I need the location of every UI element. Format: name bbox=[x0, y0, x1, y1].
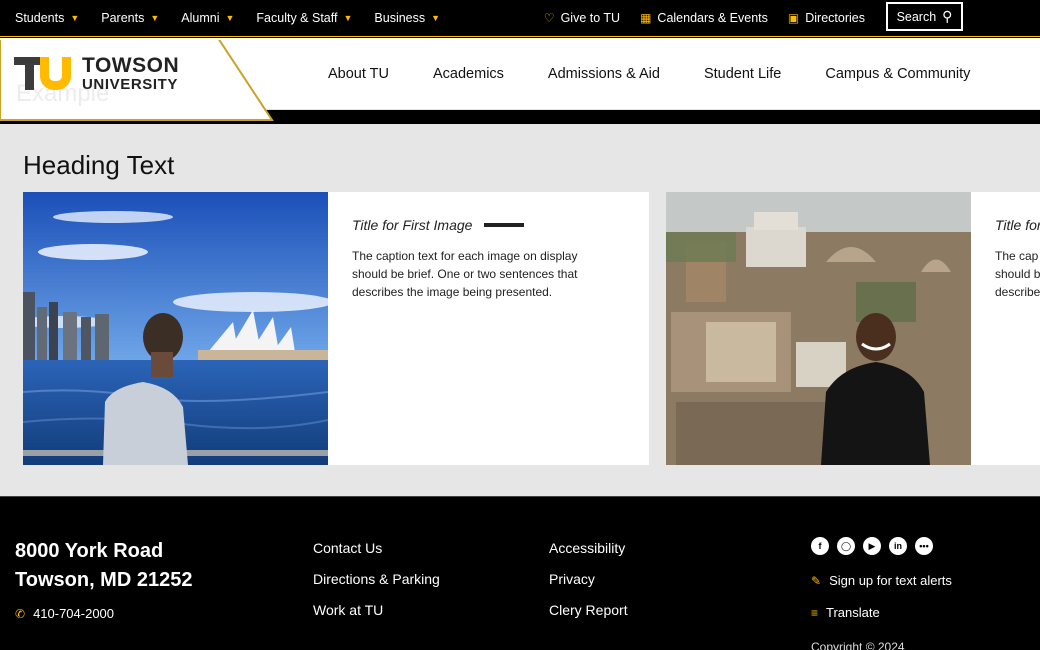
copyright-text: Copyright © 2024 bbox=[811, 640, 905, 650]
facebook-icon[interactable]: f bbox=[811, 537, 829, 555]
logo-word-university: UNIVERSITY bbox=[82, 75, 179, 93]
utility-bar: Students ▼ Parents ▼ Alumni ▼ Faculty & Sta… bbox=[0, 0, 1040, 37]
image-caption: The caption text for each image on displ… bbox=[352, 249, 578, 299]
translate-link[interactable]: ≡ Translate bbox=[811, 605, 880, 620]
footer-link-clery[interactable]: Clery Report bbox=[549, 602, 628, 633]
heart-icon: ♡ bbox=[543, 11, 555, 25]
more-icon[interactable]: ••• bbox=[915, 537, 933, 555]
footer-links-col-2: Accessibility Privacy Clery Report bbox=[549, 540, 628, 633]
site-footer: 8000 York Road Towson, MD 21252 ✆ 410-704… bbox=[0, 496, 1040, 650]
footer-link-contact[interactable]: Contact Us bbox=[313, 540, 440, 571]
footer-phone[interactable]: ✆ 410-704-2000 bbox=[15, 606, 114, 621]
audience-nav-faculty-staff[interactable]: Faculty & Staff ▼ bbox=[256, 11, 352, 25]
instagram-icon[interactable]: ◯ bbox=[837, 537, 855, 555]
utility-links: ♡ Give to TU ▦ Calendars & Events ▣ Directo… bbox=[524, 0, 865, 36]
phone-icon: ✆ bbox=[15, 606, 26, 621]
calendar-icon: ▦ bbox=[640, 11, 652, 25]
footer-link-accessibility[interactable]: Accessibility bbox=[549, 540, 628, 571]
footer-link-privacy[interactable]: Privacy bbox=[549, 571, 628, 602]
main-nav-about[interactable]: About TU bbox=[328, 66, 389, 82]
chevron-down-icon: ▼ bbox=[225, 13, 235, 23]
footer-link-work[interactable]: Work at TU bbox=[313, 602, 440, 633]
chevron-down-icon: ▼ bbox=[70, 13, 80, 23]
chevron-down-icon: ▼ bbox=[343, 13, 353, 23]
image-title: Title for First Image bbox=[352, 217, 612, 233]
chevron-down-icon: ▼ bbox=[150, 13, 160, 23]
calendars-link[interactable]: ▦ Calendars & Events bbox=[640, 11, 768, 25]
footer-link-directions[interactable]: Directions & Parking bbox=[313, 571, 440, 602]
give-link[interactable]: ♡ Give to TU bbox=[544, 11, 620, 25]
text-alerts-link[interactable]: ✎ Sign up for text alerts bbox=[811, 573, 952, 588]
logo-word-towson: TOWSON bbox=[82, 53, 180, 77]
audience-nav-alumni[interactable]: Alumni ▼ bbox=[181, 11, 234, 25]
audience-nav-business[interactable]: Business ▼ bbox=[374, 11, 440, 25]
book-icon: ▣ bbox=[787, 11, 800, 25]
gallery-card[interactable]: Title for The cap should b describe bbox=[666, 192, 1040, 465]
audience-nav-parents[interactable]: Parents ▼ bbox=[101, 11, 159, 25]
towson-logo[interactable]: TOWSON UNIVERSITY bbox=[14, 54, 179, 92]
sydney-harbour-image bbox=[23, 192, 328, 465]
main-nav: About TU Academics Admissions & Aid Stud… bbox=[328, 38, 970, 110]
gallery-card[interactable]: Title for First Image The caption text f… bbox=[23, 192, 649, 465]
external-alert-icon: ✎ bbox=[811, 573, 822, 588]
linkedin-icon[interactable]: in bbox=[889, 537, 907, 555]
search-button[interactable]: Search ⚲ bbox=[886, 2, 963, 31]
audience-nav-students[interactable]: Students ▼ bbox=[15, 11, 79, 25]
main-nav-campus-community[interactable]: Campus & Community bbox=[825, 66, 970, 82]
chevron-down-icon: ▼ bbox=[431, 13, 441, 23]
rome-forum-image bbox=[666, 192, 971, 465]
footer-links-col-1: Contact Us Directions & Parking Work at … bbox=[313, 540, 440, 633]
main-nav-academics[interactable]: Academics bbox=[433, 66, 504, 82]
directories-link[interactable]: ▣ Directories bbox=[788, 11, 865, 25]
image-caption: The cap should b describe bbox=[995, 249, 1040, 299]
footer-address: 8000 York Road Towson, MD 21252 bbox=[15, 540, 193, 591]
main-nav-admissions[interactable]: Admissions & Aid bbox=[548, 66, 660, 82]
tu-logo-mark bbox=[14, 54, 72, 92]
audience-nav: Students ▼ Parents ▼ Alumni ▼ Faculty & Sta… bbox=[15, 0, 462, 36]
search-icon: ⚲ bbox=[942, 8, 953, 24]
section-heading: Heading Text bbox=[23, 150, 175, 180]
main-nav-student-life[interactable]: Student Life bbox=[704, 66, 781, 82]
image-gallery-section: Heading Text Title for First Image The c… bbox=[0, 124, 1040, 496]
youtube-icon[interactable]: ▶ bbox=[863, 537, 881, 555]
title-dash bbox=[484, 223, 525, 227]
social-links: f ◯ ▶ in ••• bbox=[811, 537, 933, 555]
translate-icon: ≡ bbox=[811, 605, 819, 620]
image-title: Title for bbox=[995, 217, 1040, 233]
